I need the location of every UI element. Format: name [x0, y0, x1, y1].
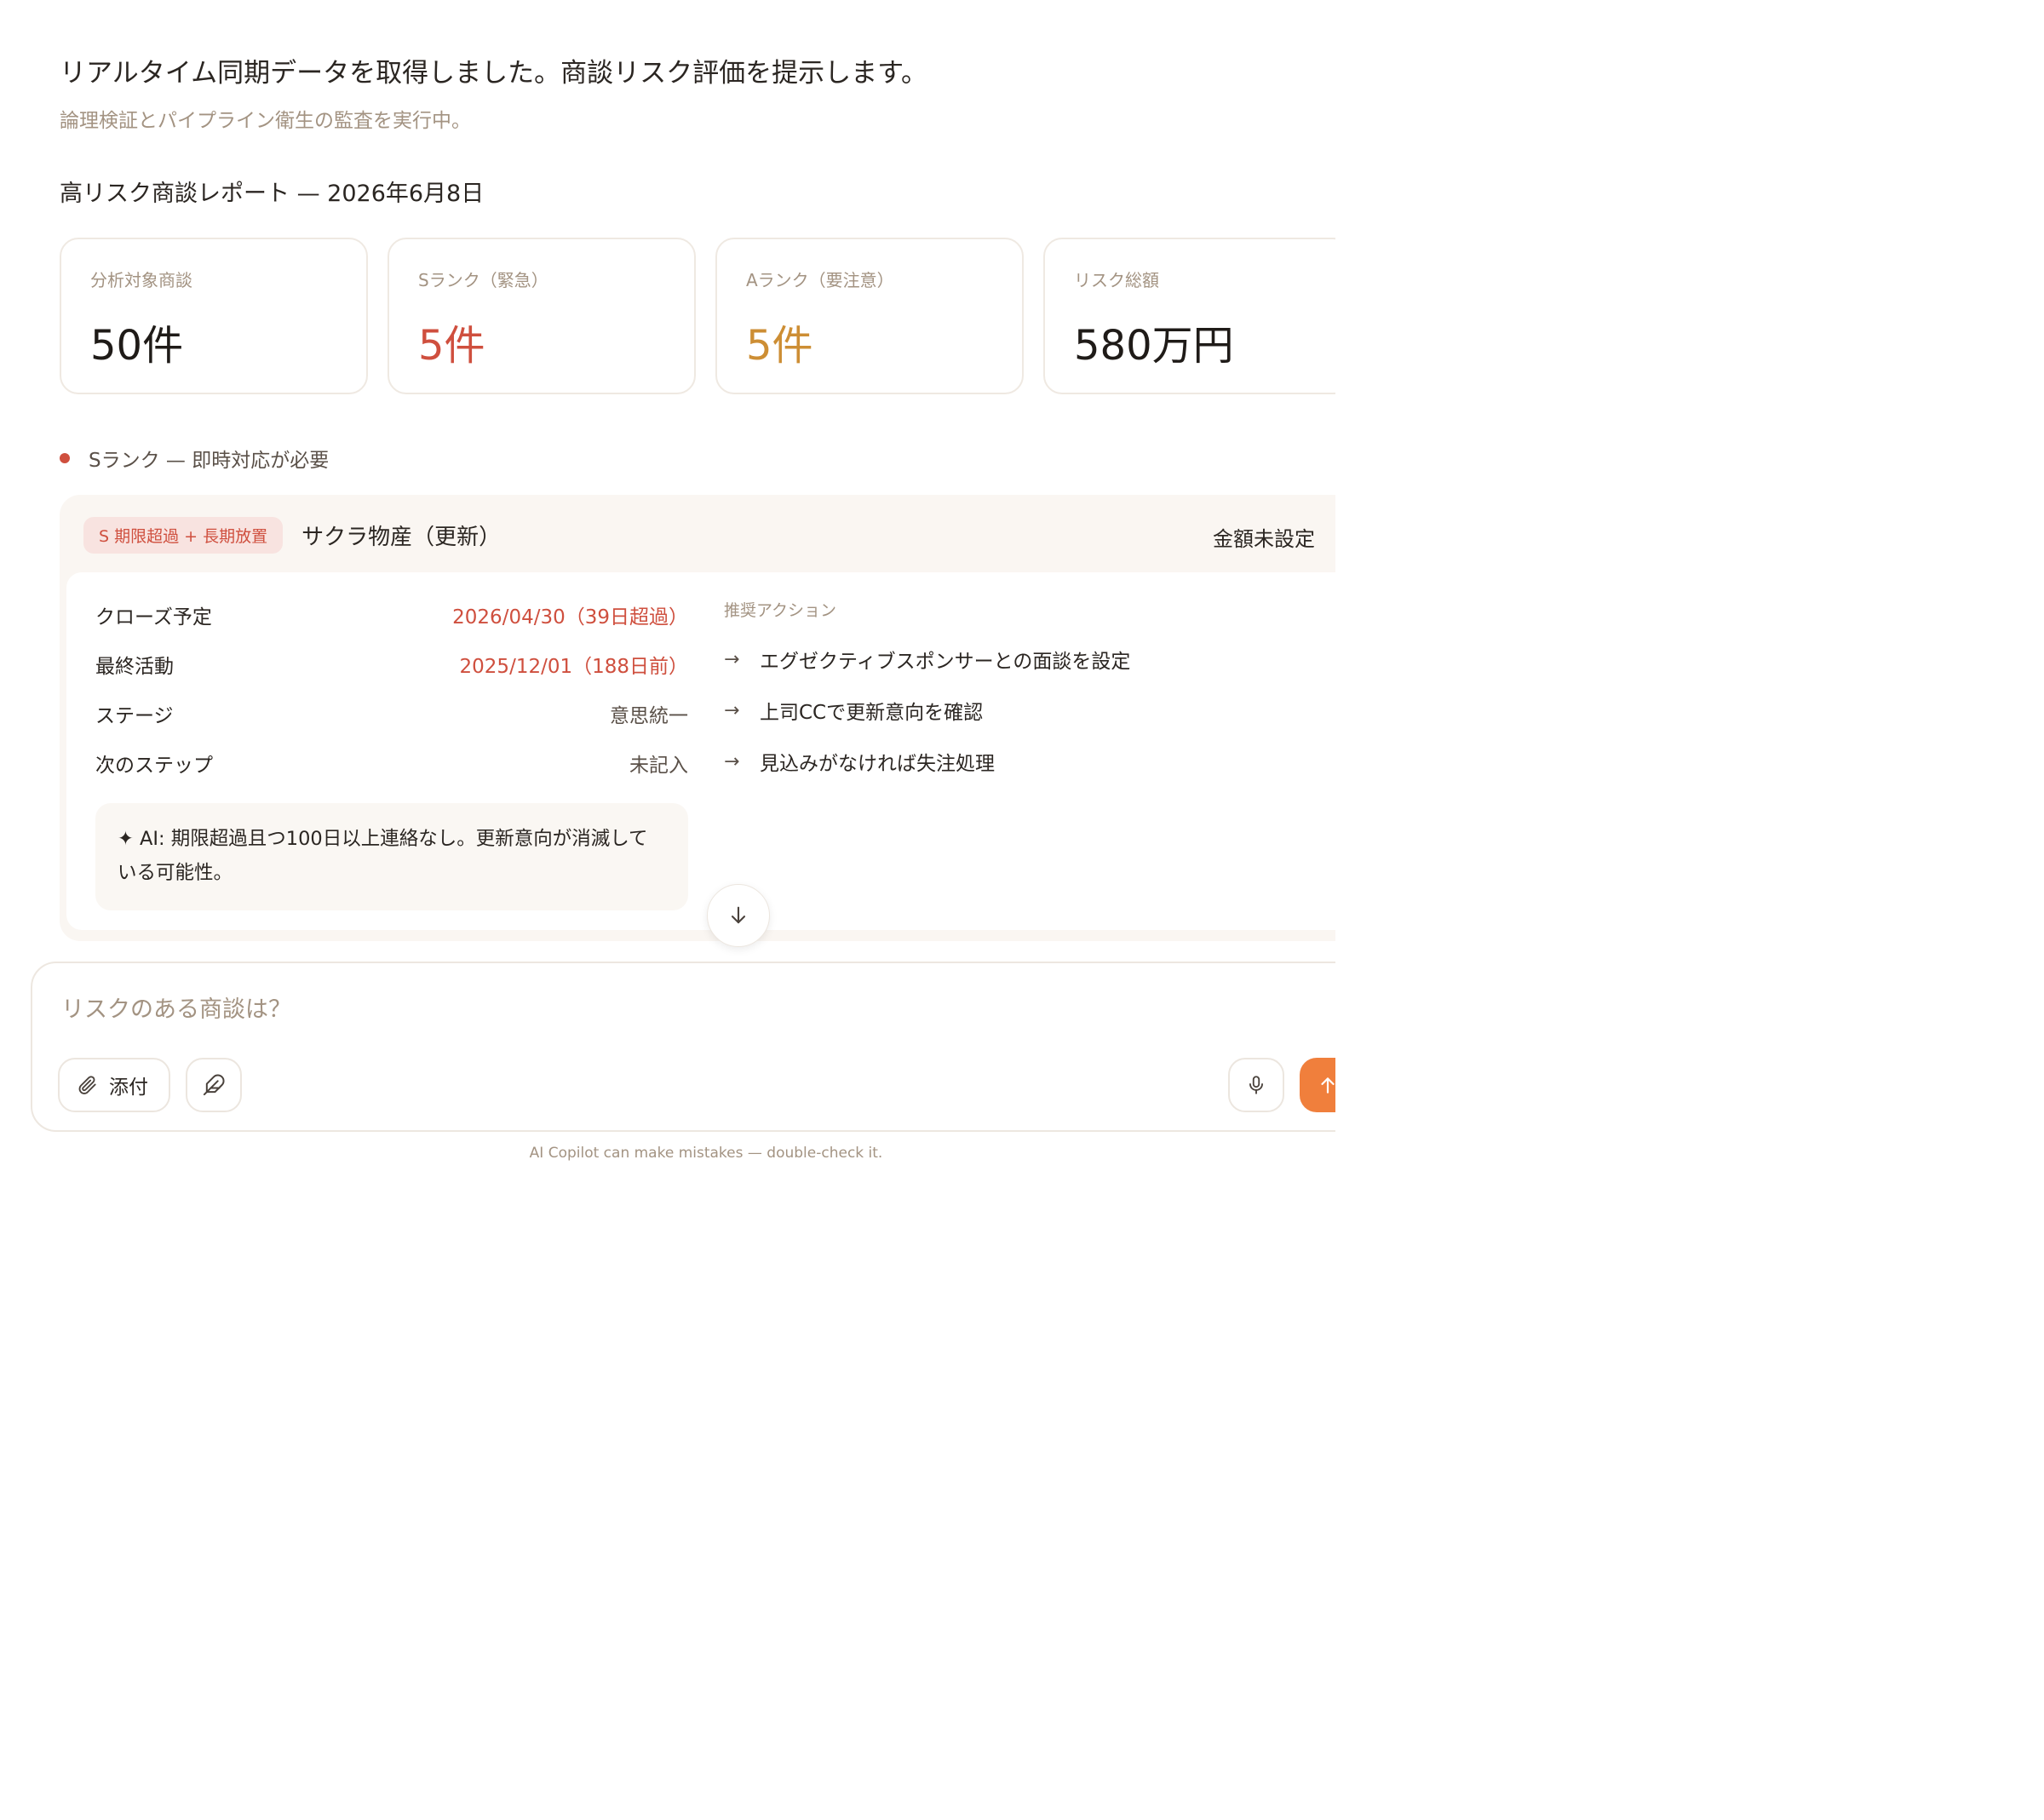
- field-row-close-date: クローズ予定 2026/04/30（39日超過）: [95, 600, 688, 630]
- field-value: 2026/04/30（39日超過）: [452, 606, 688, 629]
- stat-card-analyzed: 分析対象商談 50件: [60, 238, 368, 394]
- arrow-right-icon: →: [724, 750, 740, 772]
- stat-card-a-rank: Aランク（要注意） 5件: [715, 238, 1024, 394]
- deal-name: サクラ物産（更新）: [301, 524, 502, 550]
- field-label: 最終活動: [95, 656, 174, 678]
- action-text: 見込みがなければ失注処理: [760, 753, 995, 775]
- status-dot-icon: [60, 453, 70, 463]
- arrow-right-icon: →: [724, 699, 740, 721]
- assistant-message-headline: リアルタイム同期データを取得しました。商談リスク評価を提示します。: [60, 58, 927, 89]
- stat-card-risk-total: リスク総額 580万円: [1043, 238, 1335, 394]
- deal-details: クローズ予定 2026/04/30（39日超過） 最終活動 2025/12/01…: [66, 572, 1335, 930]
- action-text: エグゼクティブスポンサーとの面談を設定: [760, 651, 1131, 673]
- field-row-stage: ステージ 意思統一: [95, 698, 688, 729]
- paperclip-icon: [78, 1076, 96, 1094]
- stat-label: Aランク（要注意）: [746, 270, 894, 290]
- deal-header: S 期限超過 + 長期放置 サクラ物産（更新）: [83, 516, 501, 554]
- message-composer: 添付: [31, 962, 1335, 1132]
- stat-value: 5件: [746, 322, 813, 370]
- stat-card-s-rank: Sランク（緊急） 5件: [388, 238, 696, 394]
- stat-label: Sランク（緊急）: [418, 270, 548, 290]
- send-button[interactable]: [1300, 1058, 1335, 1112]
- recommended-action: → 上司CCで更新意向を確認: [724, 695, 983, 726]
- field-value: 2025/12/01（188日前）: [459, 656, 688, 678]
- deal-card[interactable]: S 期限超過 + 長期放置 サクラ物産（更新） 金額未設定 クローズ予定 202…: [60, 495, 1335, 941]
- field-row-next-step: 次のステップ 未記入: [95, 748, 688, 778]
- stat-value: 580万円: [1074, 322, 1234, 370]
- stat-value: 50件: [90, 322, 184, 370]
- stat-value: 5件: [418, 322, 485, 370]
- report-title: 高リスク商談レポート — 2026年6月8日: [60, 181, 485, 207]
- field-value: 未記入: [629, 755, 688, 777]
- section-label: Sランク — 即時対応が必要: [89, 450, 330, 472]
- stat-label: リスク総額: [1074, 270, 1159, 290]
- attach-button-label: 添付: [109, 1076, 148, 1099]
- assistant-status-line: 論理検証とパイプライン衛生の監査を実行中。: [60, 110, 471, 132]
- recommended-action: → エグゼクティブスポンサーとの面談を設定: [724, 644, 1130, 675]
- feather-pen-icon: [203, 1074, 225, 1096]
- risk-badge: S 期限超過 + 長期放置: [83, 516, 284, 554]
- disclaimer-text: AI Copilot can make mistakes — double-ch…: [529, 1145, 883, 1162]
- recommended-action: → 見込みがなければ失注処理: [724, 746, 995, 777]
- field-value: 意思統一: [610, 705, 688, 727]
- stat-label: 分析対象商談: [90, 270, 192, 290]
- arrow-right-icon: →: [724, 648, 740, 670]
- chat-page: リアルタイム同期データを取得しました。商談リスク評価を提示します。 論理検証とパ…: [0, 0, 1335, 1189]
- deal-amount: 金額未設定: [1213, 527, 1315, 551]
- field-label: 次のステップ: [95, 755, 213, 777]
- ai-insight-note: ✦ AI: 期限超過且つ100日以上連絡なし。更新意向が消滅している可能性。: [95, 803, 688, 910]
- arrow-up-icon: [1321, 1077, 1335, 1094]
- section-header-s-rank: Sランク — 即時対応が必要: [60, 443, 329, 474]
- attach-button[interactable]: 添付: [58, 1058, 170, 1112]
- action-text: 上司CCで更新意向を確認: [760, 702, 984, 724]
- field-row-last-activity: 最終活動 2025/12/01（188日前）: [95, 649, 688, 680]
- scroll-to-bottom-button[interactable]: [707, 884, 770, 947]
- voice-input-button[interactable]: [1228, 1058, 1284, 1112]
- field-label: クローズ予定: [95, 606, 212, 629]
- arrow-down-icon: [731, 906, 746, 924]
- writing-style-button[interactable]: [186, 1058, 242, 1112]
- microphone-icon: [1249, 1076, 1263, 1094]
- field-label: ステージ: [95, 705, 174, 727]
- message-input[interactable]: [61, 992, 1168, 1026]
- recommended-actions-title: 推奨アクション: [724, 601, 837, 620]
